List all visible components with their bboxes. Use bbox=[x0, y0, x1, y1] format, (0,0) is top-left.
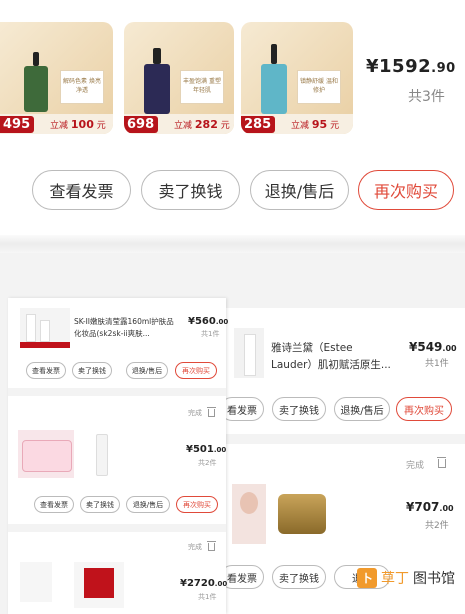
item-count: 共1件 bbox=[425, 359, 449, 369]
product-image[interactable] bbox=[80, 430, 124, 478]
product-image[interactable] bbox=[18, 430, 74, 478]
item-count: 共3件 bbox=[408, 89, 445, 105]
product-image[interactable] bbox=[74, 562, 124, 608]
section-divider bbox=[0, 235, 465, 253]
return-after-sale-button[interactable]: 退换/售后 bbox=[126, 362, 168, 379]
product-title[interactable]: 雅诗兰黛（Estee Lauder）肌初赋活原生... bbox=[271, 340, 391, 374]
item-count: 共2件 bbox=[425, 521, 449, 531]
item-count: 共1件 bbox=[201, 330, 220, 338]
view-invoice-button[interactable]: 查看发票 bbox=[34, 496, 74, 513]
promo-note: 镇静舒缓 温和修护 bbox=[297, 70, 341, 104]
sell-for-cash-button[interactable]: 卖了换钱 bbox=[272, 565, 326, 589]
return-after-sale-button[interactable]: 退换/售后 bbox=[250, 170, 349, 210]
order-price: ¥549.00 bbox=[409, 340, 457, 354]
product-image[interactable] bbox=[20, 308, 70, 348]
watermark-logo: 卜 bbox=[357, 568, 377, 588]
sell-for-cash-button[interactable]: 卖了换钱 bbox=[272, 397, 326, 421]
sell-for-cash-button[interactable]: 卖了换钱 bbox=[72, 362, 112, 379]
product-image[interactable] bbox=[20, 562, 52, 602]
watermark: 卜 草丁 图书馆 bbox=[357, 568, 455, 588]
product-thumbnail-3[interactable]: 镇静舒缓 温和修护 285 立减 95 元 bbox=[241, 22, 353, 134]
trash-icon[interactable] bbox=[207, 407, 216, 417]
view-invoice-button[interactable]: 查看发票 bbox=[32, 170, 131, 210]
price-tag: 698 bbox=[124, 116, 159, 133]
product-title[interactable]: SK-II嫩肤清莹露160ml护肤品化妆品(sk2sk-ii爽肤... bbox=[74, 316, 178, 340]
promo-note: 解码色素 焕亮净透 bbox=[60, 70, 104, 104]
buy-again-button[interactable]: 再次购买 bbox=[358, 170, 454, 210]
order-total: ¥1592.90 bbox=[366, 56, 456, 77]
product-image[interactable] bbox=[232, 484, 266, 544]
order-list-left: SK-II嫩肤清莹露160ml护肤品化妆品(sk2sk-ii爽肤... ¥560… bbox=[8, 298, 229, 614]
buy-again-button[interactable]: 再次购买 bbox=[175, 362, 217, 379]
return-after-sale-button[interactable]: 退换/售后 bbox=[126, 496, 170, 513]
product-image[interactable] bbox=[274, 484, 330, 544]
item-count: 共2件 bbox=[198, 459, 217, 467]
discount-label: 立减 282 元 bbox=[174, 118, 230, 131]
item-count: 共1件 bbox=[198, 593, 217, 601]
trash-icon[interactable] bbox=[437, 457, 446, 468]
serum-bottle-icon bbox=[24, 52, 48, 112]
trash-icon[interactable] bbox=[207, 541, 216, 551]
discount-label: 立减 95 元 bbox=[291, 118, 340, 131]
product-thumbnail-1[interactable]: 解码色素 焕亮净透 495 立减 100 元 bbox=[0, 22, 113, 134]
product-image[interactable] bbox=[234, 328, 264, 378]
buy-again-button[interactable]: 再次购买 bbox=[396, 397, 452, 421]
order-price: ¥501.00 bbox=[186, 444, 227, 455]
order-status: 完成 bbox=[188, 543, 202, 551]
price-tag: 285 bbox=[241, 116, 276, 133]
serum-bottle-icon bbox=[261, 44, 287, 114]
discount-label: 立减 100 元 bbox=[50, 118, 106, 131]
order-price: ¥2720.00 bbox=[180, 578, 228, 589]
serum-bottle-icon bbox=[144, 48, 170, 114]
sell-for-cash-button[interactable]: 卖了换钱 bbox=[141, 170, 240, 210]
sell-for-cash-button[interactable]: 卖了换钱 bbox=[80, 496, 120, 513]
price-tag: 495 bbox=[0, 116, 35, 133]
product-thumbnail-2[interactable]: 丰盈饱满 重塑年轻肌 698 立减 282 元 bbox=[124, 22, 234, 134]
view-invoice-button[interactable]: 查看发票 bbox=[26, 362, 66, 379]
view-invoice-button[interactable]: 看发票 bbox=[220, 397, 264, 421]
order-price: ¥707.00 bbox=[406, 500, 454, 514]
promo-note: 丰盈饱满 重塑年轻肌 bbox=[180, 70, 224, 104]
return-after-sale-button[interactable]: 退换/售后 bbox=[334, 397, 390, 421]
order-price: ¥560.00 bbox=[188, 316, 229, 327]
order-status: 完成 bbox=[188, 409, 202, 417]
buy-again-button[interactable]: 再次购买 bbox=[176, 496, 218, 513]
order-status: 完成 bbox=[406, 461, 425, 471]
